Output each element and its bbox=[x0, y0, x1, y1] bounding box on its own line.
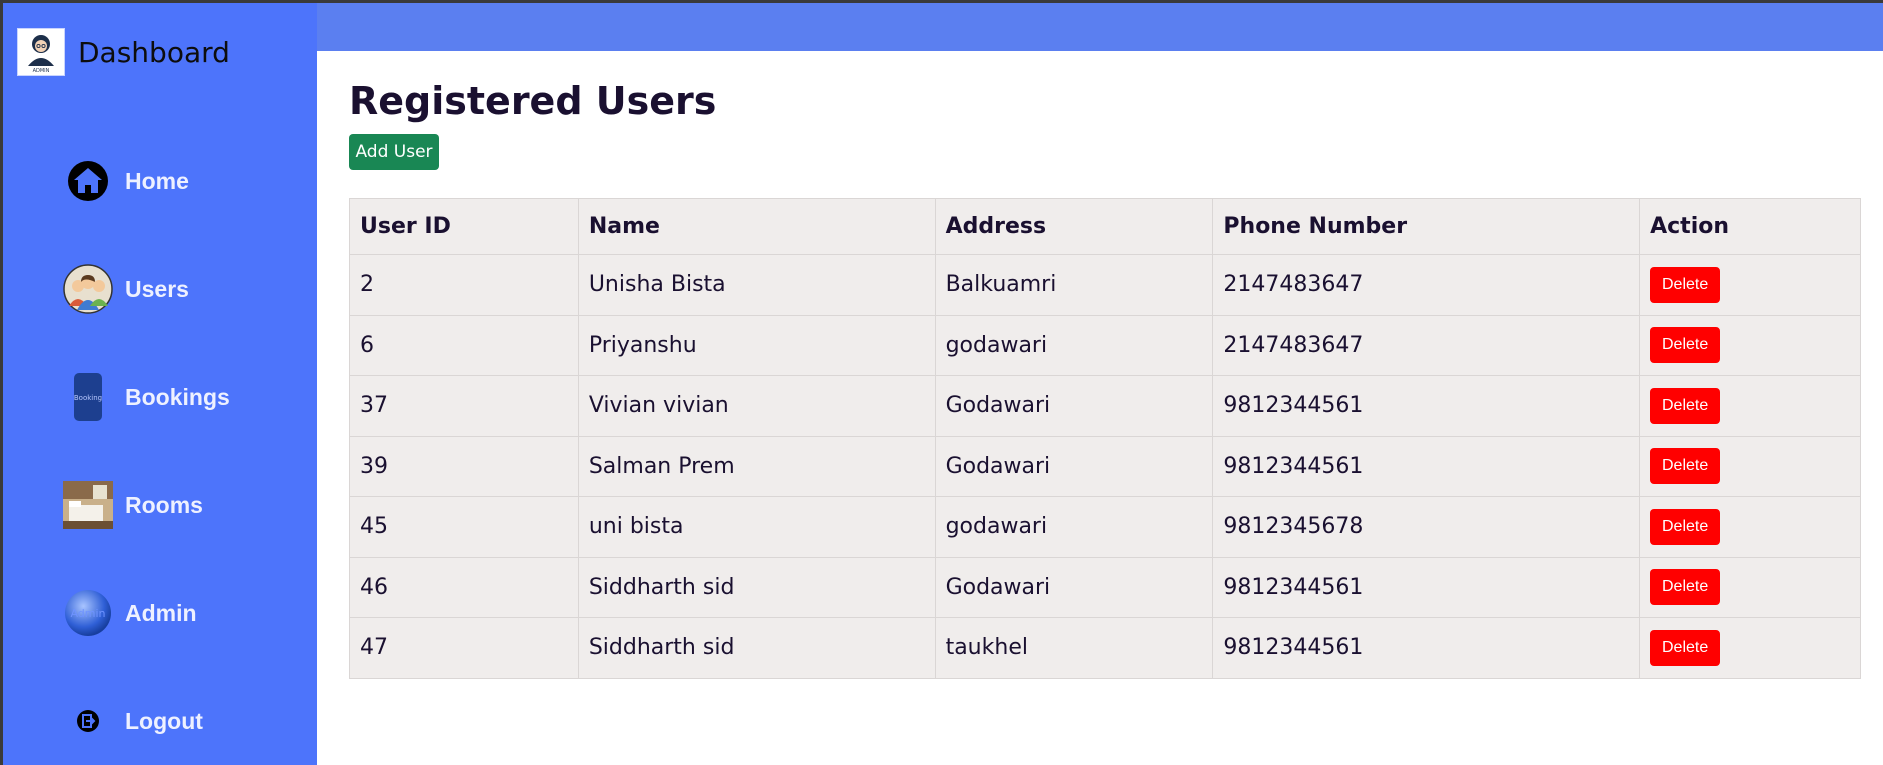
cell-address: Godawari bbox=[934, 435, 1214, 497]
table-row: 47 Siddharth sid taukhel 9812344561 Dele… bbox=[349, 617, 1861, 679]
home-icon bbox=[63, 156, 113, 206]
cell-name: Siddharth sid bbox=[577, 617, 936, 679]
sidebar-item-label: Rooms bbox=[125, 491, 203, 518]
cell-user-id: 45 bbox=[349, 496, 579, 558]
table-row: 45 uni bista godawari 9812345678 Delete bbox=[349, 496, 1861, 558]
cell-phone: 2147483647 bbox=[1212, 314, 1641, 376]
page-title: Registered Users bbox=[349, 79, 717, 123]
cell-phone: 9812345678 bbox=[1212, 496, 1641, 558]
cell-name: uni bista bbox=[577, 496, 936, 558]
cell-user-id: 37 bbox=[349, 375, 579, 437]
users-icon bbox=[63, 264, 113, 314]
delete-button[interactable]: Delete bbox=[1650, 448, 1721, 485]
cell-user-id: 6 bbox=[349, 314, 579, 376]
cell-address: godawari bbox=[934, 496, 1214, 558]
table-row: 37 Vivian vivian Godawari 9812344561 Del… bbox=[349, 375, 1861, 437]
svg-text:Admin: Admin bbox=[70, 607, 105, 620]
top-bar bbox=[317, 3, 1883, 51]
sidebar-item-admin[interactable]: Admin Admin bbox=[63, 585, 197, 641]
admin-icon: Admin bbox=[63, 588, 113, 638]
table-row: 2 Unisha Bista Balkuamri 2147483647 Dele… bbox=[349, 254, 1861, 316]
sidebar-item-home[interactable]: Home bbox=[63, 153, 189, 209]
sidebar-item-users[interactable]: Users bbox=[63, 261, 189, 317]
cell-address: godawari bbox=[934, 314, 1214, 376]
sidebar-item-label: Users bbox=[125, 275, 189, 302]
sidebar-item-label: Logout bbox=[125, 707, 203, 734]
add-user-button[interactable]: Add User bbox=[349, 134, 439, 170]
delete-button[interactable]: Delete bbox=[1650, 629, 1721, 666]
sidebar-item-label: Admin bbox=[125, 599, 197, 626]
cell-name: Priyanshu bbox=[577, 314, 936, 376]
cell-phone: 9812344561 bbox=[1212, 556, 1641, 618]
cell-user-id: 39 bbox=[349, 435, 579, 497]
cell-action: Delete bbox=[1639, 496, 1861, 558]
cell-name: Siddharth sid bbox=[577, 556, 936, 618]
cell-name: Unisha Bista bbox=[577, 254, 936, 316]
svg-text:ADMIN: ADMIN bbox=[33, 68, 50, 74]
sidebar-item-rooms[interactable]: Rooms bbox=[63, 477, 203, 533]
cell-user-id: 46 bbox=[349, 556, 579, 618]
cell-phone: 2147483647 bbox=[1212, 254, 1641, 316]
cell-phone: 9812344561 bbox=[1212, 617, 1641, 679]
delete-button[interactable]: Delete bbox=[1650, 569, 1721, 606]
main-content: Registered Users Add User User ID Name A… bbox=[317, 51, 1883, 765]
cell-action: Delete bbox=[1639, 314, 1861, 376]
svg-text:Booking: Booking bbox=[74, 394, 102, 402]
sidebar-item-label: Bookings bbox=[125, 383, 230, 410]
cell-address: Godawari bbox=[934, 556, 1214, 618]
cell-action: Delete bbox=[1639, 375, 1861, 437]
cell-name: Salman Prem bbox=[577, 435, 936, 497]
app-window: ADMIN Dashboard Home Users Booking Booki… bbox=[3, 3, 1883, 765]
cell-action: Delete bbox=[1639, 617, 1861, 679]
sidebar-item-logout[interactable]: Logout bbox=[63, 693, 203, 749]
cell-action: Delete bbox=[1639, 435, 1861, 497]
cell-phone: 9812344561 bbox=[1212, 435, 1641, 497]
cell-address: Balkuamri bbox=[934, 254, 1214, 316]
brand: ADMIN Dashboard bbox=[17, 27, 230, 77]
bookings-icon: Booking bbox=[63, 372, 113, 422]
table-row: 39 Salman Prem Godawari 9812344561 Delet… bbox=[349, 435, 1861, 497]
table-row: 46 Siddharth sid Godawari 9812344561 Del… bbox=[349, 556, 1861, 618]
sidebar: ADMIN Dashboard Home Users Booking Booki… bbox=[3, 3, 317, 765]
brand-title: Dashboard bbox=[78, 35, 230, 69]
cell-action: Delete bbox=[1639, 556, 1861, 618]
column-header-address: Address bbox=[934, 198, 1214, 255]
column-header-user-id: User ID bbox=[349, 198, 579, 255]
admin-avatar-icon: ADMIN bbox=[17, 28, 65, 76]
column-header-action: Action bbox=[1639, 198, 1861, 255]
logout-icon bbox=[63, 696, 113, 746]
cell-user-id: 47 bbox=[349, 617, 579, 679]
cell-phone: 9812344561 bbox=[1212, 375, 1641, 437]
column-header-phone: Phone Number bbox=[1212, 198, 1641, 255]
delete-button[interactable]: Delete bbox=[1650, 387, 1721, 424]
delete-button[interactable]: Delete bbox=[1650, 266, 1721, 303]
cell-address: Godawari bbox=[934, 375, 1214, 437]
sidebar-item-bookings[interactable]: Booking Bookings bbox=[63, 369, 230, 425]
table-header-row: User ID Name Address Phone Number Action bbox=[349, 198, 1861, 255]
cell-action: Delete bbox=[1639, 254, 1861, 316]
cell-address: taukhel bbox=[934, 617, 1214, 679]
delete-button[interactable]: Delete bbox=[1650, 508, 1721, 545]
rooms-icon bbox=[63, 480, 113, 530]
table-row: 6 Priyanshu godawari 2147483647 Delete bbox=[349, 314, 1861, 376]
sidebar-item-label: Home bbox=[125, 167, 189, 194]
cell-user-id: 2 bbox=[349, 254, 579, 316]
cell-name: Vivian vivian bbox=[577, 375, 936, 437]
users-table: User ID Name Address Phone Number Action… bbox=[349, 198, 1861, 679]
column-header-name: Name bbox=[577, 198, 936, 255]
delete-button[interactable]: Delete bbox=[1650, 327, 1721, 364]
